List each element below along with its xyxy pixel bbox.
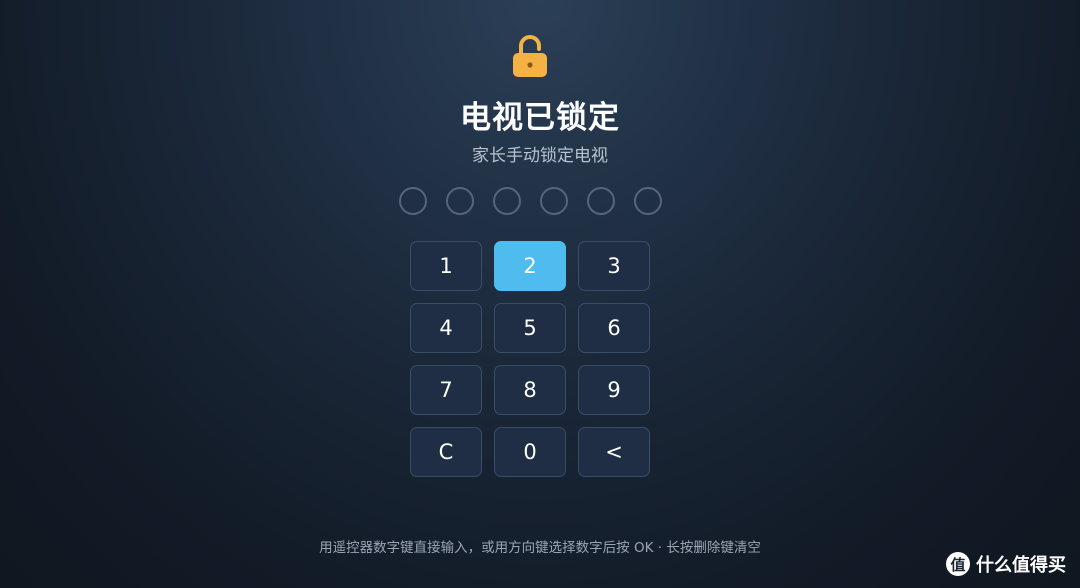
pin-dot bbox=[399, 187, 427, 215]
numeric-keypad: 1 2 3 4 5 6 7 8 9 C 0 < bbox=[410, 241, 651, 479]
key-7[interactable]: 7 bbox=[410, 365, 482, 415]
pin-indicator bbox=[399, 187, 663, 215]
key-label: 9 bbox=[607, 378, 621, 402]
key-label: C bbox=[438, 440, 454, 464]
key-label: 0 bbox=[523, 440, 537, 464]
watermark: 值 什么值得买 bbox=[946, 550, 1066, 578]
key-8[interactable]: 8 bbox=[494, 365, 566, 415]
key-2[interactable]: 2 bbox=[494, 241, 566, 291]
key-0[interactable]: 0 bbox=[494, 427, 566, 477]
key-label: 6 bbox=[607, 316, 621, 340]
padlock-icon bbox=[513, 35, 547, 77]
key-1[interactable]: 1 bbox=[410, 241, 482, 291]
pin-dot bbox=[634, 187, 662, 215]
pin-dot bbox=[587, 187, 615, 215]
page-subtitle: 家长手动锁定电视 bbox=[472, 146, 608, 166]
watermark-text: 什么值得买 bbox=[976, 555, 1066, 576]
key-label: < bbox=[605, 440, 623, 464]
key-label: 4 bbox=[439, 316, 453, 340]
key-label: 8 bbox=[523, 378, 537, 402]
key-3[interactable]: 3 bbox=[578, 241, 650, 291]
clear-key[interactable]: C bbox=[410, 427, 482, 477]
key-label: 7 bbox=[439, 378, 453, 402]
key-5[interactable]: 5 bbox=[494, 303, 566, 353]
key-label: 3 bbox=[607, 254, 621, 278]
input-hint: 用遥控器数字键直接输入，或用方向键选择数字后按 OK · 长按删除键清空 bbox=[319, 540, 761, 556]
pin-dot bbox=[540, 187, 568, 215]
pin-dot bbox=[493, 187, 521, 215]
pin-dot bbox=[446, 187, 474, 215]
key-6[interactable]: 6 bbox=[578, 303, 650, 353]
key-9[interactable]: 9 bbox=[578, 365, 650, 415]
key-label: 1 bbox=[439, 254, 453, 278]
key-label: 5 bbox=[523, 316, 537, 340]
backspace-key[interactable]: < bbox=[578, 427, 650, 477]
page-title: 电视已锁定 bbox=[460, 100, 620, 136]
watermark-logo-icon: 值 bbox=[946, 552, 970, 576]
key-label: 2 bbox=[523, 254, 537, 278]
key-4[interactable]: 4 bbox=[410, 303, 482, 353]
